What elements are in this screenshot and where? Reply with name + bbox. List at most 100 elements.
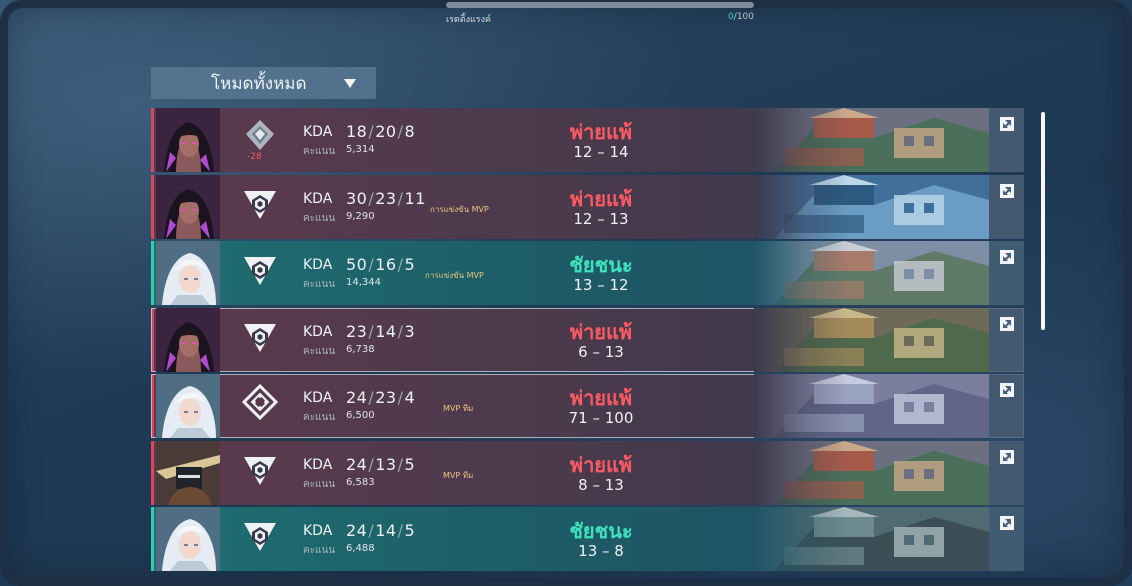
assists-value: 4 (404, 388, 416, 407)
deaths-value: 23 (375, 388, 397, 407)
unrated-mode-icon (240, 515, 280, 555)
match-score: 6 – 13 (578, 342, 624, 361)
open-match-details-button[interactable] (989, 507, 1024, 571)
combat-score-label: คะแนน (303, 412, 336, 423)
kda-value: 18/20/8 (346, 122, 416, 141)
mvp-badge: การแข่งขัน MVP (425, 271, 484, 280)
match-row[interactable]: KDA 24/23/4 คะแนน 6,500 MVP ทีม พ่ายแพ้ … (151, 374, 1024, 438)
mode-filter-dropdown[interactable]: โหมดทั้งหมด (151, 67, 376, 99)
mvp-badge: การแข่งขัน MVP (430, 204, 489, 214)
kda-value: 24/23/4 (346, 388, 416, 407)
assists-value: 3 (404, 321, 416, 341)
match-score: 71 – 100 (568, 409, 634, 427)
map-thumbnail (754, 108, 989, 172)
deaths-value: 14 (375, 521, 397, 540)
agent-portrait (156, 507, 220, 571)
match-row[interactable]: KDA 23/14/3 คะแนน 6,738 พ่ายแพ้ 6 – 13 (151, 307, 1024, 372)
match-row[interactable]: KDA 30/23/11 คะแนน 9,290 การแข่งขัน MVP … (151, 174, 1024, 239)
mvp-badge: MVP ทีม (443, 404, 474, 413)
match-row[interactable]: KDA 24/14/5 คะแนน 6,488 ชัยชนะ 13 – 8 (151, 507, 1024, 571)
rank-rating-bar (446, 2, 754, 8)
kda-value: 24/14/5 (346, 521, 416, 540)
assists-value: 8 (404, 122, 416, 141)
scrollbar-thumb[interactable] (1041, 112, 1045, 330)
match-score: 13 – 12 (573, 276, 629, 294)
kills-value: 24 (346, 521, 368, 540)
kda-label: KDA (303, 124, 333, 140)
deaths-value: 16 (375, 255, 397, 274)
rank-rating-value: 0/100 (728, 12, 754, 22)
rank-rating-progress: เรตติ้งแรงค์ 0/100 (446, 2, 754, 25)
unrated-mode-icon (240, 183, 280, 223)
match-score: 8 – 13 (578, 475, 624, 494)
map-thumbnail (754, 174, 989, 239)
kills-value: 30 (346, 188, 368, 208)
combat-score-label: คะแนน (303, 478, 336, 490)
combat-score-value: 5,314 (346, 144, 375, 155)
rank-rating-label: เรตติ้งแรงค์ (446, 15, 492, 25)
agent-portrait (156, 440, 220, 505)
unrated-mode-icon (240, 249, 280, 289)
kda-label: KDA (303, 323, 333, 340)
mvp-badge: MVP ทีม (443, 470, 474, 480)
kda-value: 30/23/11 (346, 188, 426, 208)
combat-score-label: คะแนน (303, 146, 336, 157)
agent-portrait (156, 174, 220, 239)
unrated-mode-icon (240, 449, 280, 489)
match-row[interactable]: KDA 24/13/5 คะแนน 6,583 MVP ทีม พ่ายแพ้ … (151, 440, 1024, 505)
open-match-details-button[interactable] (989, 108, 1024, 172)
kills-value: 23 (346, 321, 368, 341)
agent-portrait (156, 241, 220, 305)
match-row[interactable]: -28 KDA 18/20/8 คะแนน 5,314 พ่ายแพ้ 12 –… (151, 108, 1024, 172)
assists-value: 5 (404, 255, 416, 274)
kills-value: 24 (346, 454, 368, 474)
combat-score-label: คะแนน (303, 212, 336, 224)
combat-score-label: คะแนน (303, 545, 336, 556)
kda-value: 24/13/5 (346, 454, 416, 474)
kda-label: KDA (303, 257, 333, 273)
open-match-details-button[interactable] (989, 440, 1024, 505)
mode-filter-label: โหมดทั้งหมด (211, 73, 307, 94)
map-thumbnail (754, 374, 989, 438)
kills-value: 24 (346, 388, 368, 407)
combat-score-value: 6,500 (346, 410, 375, 421)
match-score: 12 – 13 (573, 209, 629, 228)
agent-portrait (156, 374, 220, 438)
deaths-value: 14 (375, 321, 397, 341)
deathmatch-mode-icon (240, 382, 280, 422)
match-score: 12 – 14 (573, 143, 629, 161)
open-match-details-button[interactable] (989, 307, 1024, 372)
unrated-mode-icon (240, 316, 280, 356)
open-match-details-button[interactable] (989, 241, 1024, 305)
kda-value: 23/14/3 (346, 321, 416, 341)
combat-score-value: 9,290 (346, 210, 375, 222)
match-history-list: -28 KDA 18/20/8 คะแนน 5,314 พ่ายแพ้ 12 –… (151, 108, 1024, 574)
map-thumbnail (754, 507, 989, 571)
map-thumbnail (754, 307, 989, 372)
diamond-rank-icon (240, 116, 280, 156)
kda-label: KDA (303, 523, 333, 539)
combat-score-value: 6,488 (346, 543, 375, 554)
deaths-value: 23 (375, 188, 397, 208)
rr-change: -28 (247, 152, 262, 162)
assists-value: 11 (404, 188, 426, 208)
assists-value: 5 (404, 521, 416, 540)
rank-rating-max: /100 (733, 12, 754, 22)
match-score: 13 – 8 (578, 542, 624, 560)
kda-label: KDA (303, 190, 333, 207)
map-thumbnail (754, 241, 989, 305)
agent-portrait (156, 108, 220, 172)
assists-value: 5 (404, 454, 416, 474)
open-match-details-button[interactable] (989, 374, 1024, 438)
combat-score-value: 14,344 (346, 277, 381, 288)
agent-portrait (156, 307, 220, 372)
match-row[interactable]: KDA 50/16/5 คะแนน 14,344 การแข่งขัน MVP … (151, 241, 1024, 305)
kda-value: 50/16/5 (346, 255, 416, 274)
kills-value: 50 (346, 255, 368, 274)
kda-label: KDA (303, 456, 333, 473)
deaths-value: 20 (375, 122, 397, 141)
kda-label: KDA (303, 390, 333, 406)
deaths-value: 13 (375, 454, 397, 474)
open-match-details-button[interactable] (989, 174, 1024, 239)
kills-value: 18 (346, 122, 368, 141)
